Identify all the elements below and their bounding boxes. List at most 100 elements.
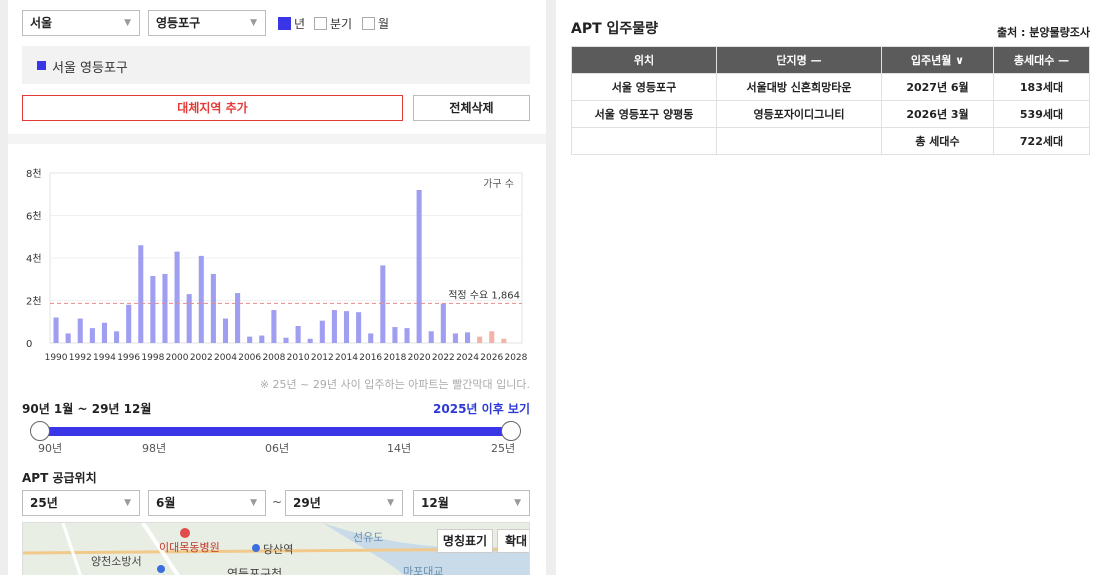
period-year-checkbox[interactable]: [278, 17, 291, 30]
bar: [150, 276, 156, 343]
x-tick-label: 2018: [383, 353, 406, 363]
from-month-select[interactable]: 6월 ▼: [148, 490, 266, 516]
x-tick-label: 2004: [214, 353, 237, 363]
map-zoom-button[interactable]: 확대: [497, 529, 529, 553]
y-tick-label: 4천: [26, 253, 42, 265]
city-select[interactable]: 서울 ▼: [22, 10, 140, 36]
bar: [392, 327, 398, 343]
period-slider-track[interactable]: [40, 427, 512, 436]
x-tick-label: 2020: [408, 353, 431, 363]
chevron-down-icon: ▼: [514, 498, 521, 508]
city-select-value: 서울: [30, 16, 53, 30]
period-year-label: 년: [294, 17, 306, 31]
bar: [138, 245, 144, 343]
to-month-value: 12월: [421, 496, 449, 510]
cell-complex: 서울대방 신혼희망타운: [716, 73, 882, 101]
supply-map[interactable]: 이대목동병원 당산역 양천소방서 영등포구청 선유도 마포대교 명칭표기 확대: [22, 522, 530, 575]
x-tick-label: 2026: [480, 353, 503, 363]
after-2025-link[interactable]: 2025년 이후 보기: [433, 400, 530, 417]
bar: [259, 335, 265, 343]
chevron-down-icon: ▼: [250, 498, 257, 508]
column-header-move-in[interactable]: 입주년월 ∨: [881, 46, 994, 74]
x-tick-label: 2010: [287, 353, 310, 363]
x-tick-label: 2022: [432, 353, 455, 363]
supply-location-title: APT 공급위치: [22, 471, 97, 485]
bar: [307, 338, 313, 343]
selected-region-box: 서울 영등포구: [22, 46, 530, 84]
bar: [114, 331, 120, 343]
cell-complex: 영등포자이디그니티: [716, 100, 882, 128]
column-header-location[interactable]: 위치: [571, 46, 717, 74]
bar: [343, 311, 350, 343]
chevron-down-icon: ▼: [124, 18, 131, 28]
column-header-complex[interactable]: 단지명 —: [716, 46, 882, 74]
bar: [501, 338, 507, 343]
add-region-button[interactable]: 대체지역 추가: [22, 95, 403, 121]
bar: [489, 331, 495, 343]
left-panel: 서울 ▼ 영등포구 ▼ 년 분기 월 서울 영등포구 대체지역 추가 전체삭제 0 2…: [8, 0, 546, 575]
map-label: 이대목동병원: [159, 541, 220, 554]
apt-supply-title: APT 입주물량: [571, 21, 659, 37]
bar: [162, 273, 168, 343]
period-quarter-checkbox[interactable]: [314, 17, 327, 30]
bar: [477, 336, 483, 343]
x-tick-label: 1998: [141, 353, 164, 363]
cell-location: 서울 영등포구 양평동: [571, 100, 717, 128]
table-row[interactable]: 서울 영등포구 양평동 영등포자이디그니티 2026년 3월 539세대: [571, 100, 1090, 128]
x-tick-label: 2028: [504, 353, 527, 363]
slider-tick-label: 25년: [491, 442, 516, 455]
source-label: 출처 : 분양물량조사: [996, 26, 1090, 39]
to-year-select[interactable]: 29년 ▼: [285, 490, 403, 516]
slider-end-handle[interactable]: [501, 421, 521, 441]
x-tick-label: 2000: [166, 353, 189, 363]
bar: [319, 320, 325, 343]
y-tick-label: 6천: [26, 211, 42, 223]
right-panel: APT 입주물량 출처 : 분양물량조사 위치 단지명 — 입주년월 ∨ 총세대…: [556, 0, 1096, 575]
x-tick-label: 2012: [311, 353, 334, 363]
chevron-down-icon: ▼: [124, 498, 131, 508]
y-tick-label: 8천: [26, 168, 42, 180]
to-month-select[interactable]: 12월 ▼: [413, 490, 530, 516]
series-label: 가구 수: [483, 178, 514, 190]
delete-all-button[interactable]: 전체삭제: [413, 95, 530, 121]
slider-start-handle[interactable]: [30, 421, 50, 441]
district-select-value: 영등포구: [156, 16, 201, 30]
period-range-label: 90년 1월 ~ 29년 12월: [22, 402, 152, 416]
column-header-units[interactable]: 총세대수 —: [993, 46, 1090, 74]
slider-tick-label: 90년: [38, 442, 63, 455]
range-separator: ~: [272, 495, 283, 509]
bar: [247, 336, 253, 343]
chart-note: ※ 25년 ~ 29년 사이 입주하는 아파트는 빨간막대 입니다.: [259, 378, 530, 391]
y-tick-label: 0: [26, 339, 32, 350]
bar: [77, 318, 83, 343]
cell-units: 183세대: [993, 73, 1090, 101]
table-row[interactable]: 서울 영등포구 서울대방 신혼희망타운 2027년 6월 183세대: [571, 73, 1090, 101]
table-header-row: 위치 단지명 — 입주년월 ∨ 총세대수 —: [571, 46, 1090, 74]
x-tick-label: 2002: [190, 353, 213, 363]
bar: [186, 294, 192, 343]
supply-bar-chart: 02천4천6천8천1990 1992 1994 1996 1998 2000 2002 200…: [26, 168, 528, 363]
from-year-value: 25년: [30, 496, 58, 510]
table-total-row: 총 세대수 722세대: [571, 127, 1090, 155]
bar: [283, 337, 289, 343]
x-tick-label: 2008: [262, 353, 285, 363]
slider-tick-label: 06년: [265, 442, 290, 455]
from-year-select[interactable]: 25년 ▼: [22, 490, 140, 516]
district-select[interactable]: 영등포구 ▼: [148, 10, 266, 36]
selected-region-label: 서울 영등포구: [52, 61, 128, 76]
cell-total-units: 722세대: [993, 127, 1090, 155]
bar: [222, 318, 229, 343]
bar: [295, 326, 301, 343]
period-month-checkbox[interactable]: [362, 17, 375, 30]
cell-units: 539세대: [993, 100, 1090, 128]
bar: [210, 273, 216, 343]
bar: [452, 333, 458, 343]
map-name-toggle-button[interactable]: 명칭표기: [437, 529, 493, 553]
x-tick-label: 1996: [117, 353, 140, 363]
slider-tick-label: 14년: [387, 442, 412, 455]
bar: [174, 251, 180, 343]
apt-supply-table: 위치 단지명 — 입주년월 ∨ 총세대수 — 서울 영등포구 서울대방 신혼희망…: [571, 46, 1090, 155]
bar: [440, 303, 446, 343]
bar: [416, 190, 422, 343]
bar: [198, 255, 204, 343]
